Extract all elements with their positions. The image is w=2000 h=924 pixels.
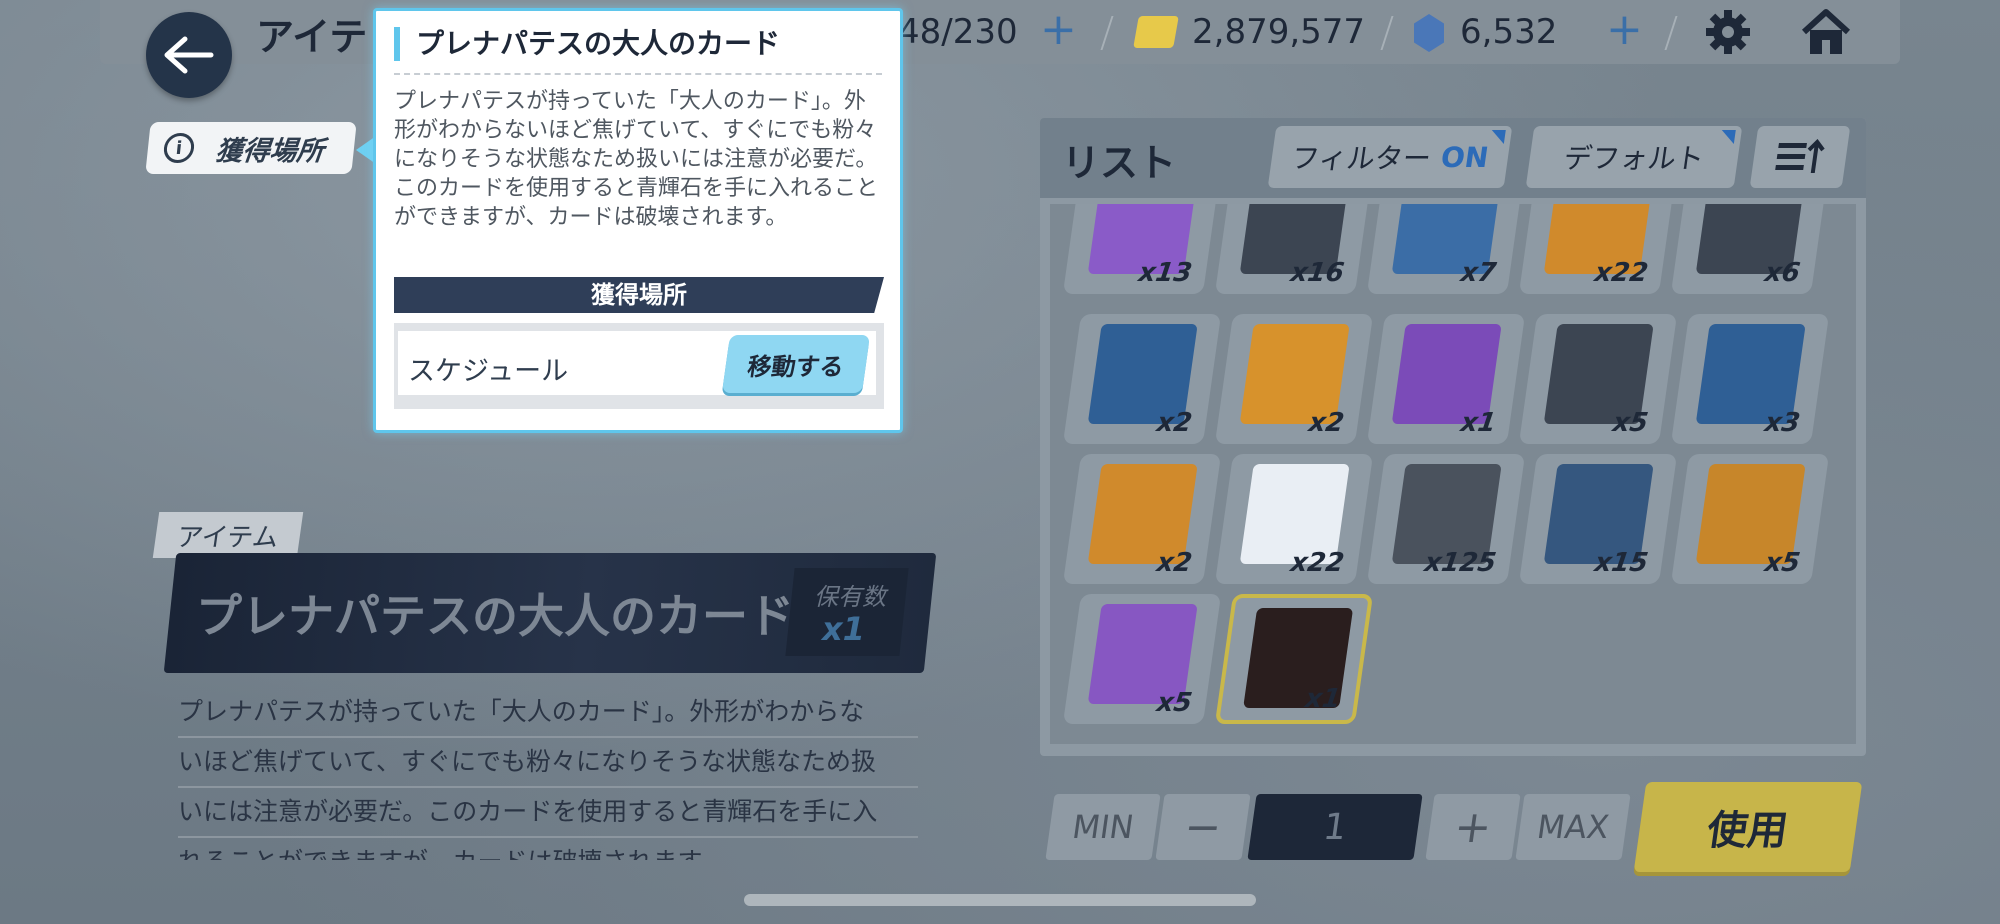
item-quantity: x5 — [1762, 548, 1802, 578]
item-quantity: x1 — [1303, 684, 1343, 714]
description-line: いには注意が必要だ。このカードを使用すると青輝石を手に入 — [178, 788, 918, 838]
item-quantity: x16 — [1288, 258, 1346, 288]
acquisition-popup: プレナパテスの大人のカード プレナパテスが持っていた「大人のカード」。外形がわか… — [373, 8, 903, 433]
item-quantity: x3 — [1762, 408, 1802, 438]
credit-counter: 2,879,577 — [1192, 12, 1366, 52]
item-quantity: x15 — [1592, 548, 1650, 578]
home-indicator[interactable] — [744, 894, 1256, 906]
min-button[interactable]: MIN — [1045, 794, 1161, 860]
item-tile[interactable]: x125 — [1366, 454, 1526, 584]
item-quantity: x125 — [1422, 548, 1498, 578]
credit-icon — [1133, 16, 1179, 48]
add-gem-icon[interactable]: + — [1606, 4, 1643, 55]
item-tile[interactable]: x7 — [1366, 204, 1526, 294]
move-button[interactable]: 移動する — [721, 335, 871, 393]
back-button[interactable] — [146, 12, 232, 98]
gear-icon[interactable] — [1704, 8, 1752, 56]
plus-button[interactable]: + — [1425, 794, 1521, 860]
item-quantity: x13 — [1136, 258, 1194, 288]
owned-count: x1 — [822, 610, 865, 648]
source-label: スケジュール — [408, 356, 569, 387]
acquisition-tab[interactable]: i 獲得場所 — [145, 122, 357, 174]
dropdown-corner-icon — [1719, 130, 1736, 144]
item-quantity: x2 — [1154, 548, 1194, 578]
item-quantity: x6 — [1762, 258, 1802, 288]
item-grid[interactable]: x13 x16 x7 x22 x6 x2 x2 x1 x5 x3 x2 x22 x125 x15 x5 x5 x… — [1050, 204, 1856, 744]
item-tile[interactable]: x2 — [1062, 454, 1222, 584]
filter-label: フィルター — [1289, 142, 1434, 175]
item-tile[interactable]: x1 — [1214, 594, 1374, 724]
item-tile[interactable]: x5 — [1062, 594, 1222, 724]
acquisition-tab-label: 獲得場所 — [214, 135, 326, 167]
item-tile[interactable]: x5 — [1670, 454, 1830, 584]
popup-description: プレナパテスが持っていた「大人のカード」。外形がわからないほど焦げていて、すぐに… — [394, 89, 879, 230]
item-tile[interactable]: x13 — [1062, 204, 1222, 294]
ap-counter: 48/230 — [898, 12, 1018, 52]
owned-label: 保有数 — [814, 583, 886, 611]
item-tile[interactable]: x3 — [1670, 314, 1830, 444]
max-button[interactable]: MAX — [1515, 794, 1631, 860]
item-quantity: x7 — [1458, 258, 1498, 288]
add-ap-icon[interactable]: + — [1040, 4, 1077, 55]
sort-ascending-icon — [1775, 139, 1825, 173]
page-title: アイテ — [256, 15, 368, 59]
item-category-tag: アイテム — [152, 512, 304, 558]
item-quantity: x1 — [1458, 408, 1498, 438]
item-tile[interactable]: x22 — [1518, 204, 1678, 294]
acquisition-source-row: スケジュール 移動する — [394, 323, 884, 409]
description-line: プレナパテスが持っていた「大人のカード」。外形がわからな — [178, 688, 918, 738]
item-quantity: x2 — [1306, 408, 1346, 438]
item-tile[interactable]: x16 — [1214, 204, 1374, 294]
item-tile[interactable]: x2 — [1062, 314, 1222, 444]
description-line: いほど焦げていて、すぐにでも粉々になりそうな状態なため扱 — [178, 738, 918, 788]
item-name: プレナパテスの大人のカード — [196, 589, 794, 643]
popup-title: プレナパテスの大人のカード — [394, 27, 780, 61]
quantity-input[interactable]: 1 — [1247, 794, 1423, 860]
item-tile[interactable]: x6 — [1670, 204, 1830, 294]
filter-button[interactable]: フィルター ON — [1267, 126, 1513, 188]
item-quantity: x22 — [1288, 548, 1346, 578]
acquisition-section-header: 獲得場所 — [394, 277, 884, 313]
item-description[interactable]: プレナパテスが持っていた「大人のカード」。外形がわからな いほど焦げていて、すぐ… — [178, 688, 918, 860]
sort-button[interactable]: デフォルト — [1525, 126, 1743, 188]
divider — [394, 73, 882, 75]
filter-state: ON — [1438, 140, 1491, 174]
dropdown-corner-icon — [1489, 130, 1506, 144]
use-button[interactable]: 使用 — [1633, 782, 1863, 872]
item-quantity: x22 — [1592, 258, 1650, 288]
sort-label: デフォルト — [1561, 142, 1707, 175]
sort-order-button[interactable] — [1749, 126, 1851, 188]
item-quantity: x2 — [1154, 408, 1194, 438]
arrow-left-icon — [164, 36, 214, 74]
item-tile[interactable]: x22 — [1214, 454, 1374, 584]
info-icon: i — [162, 133, 196, 163]
item-tile[interactable]: x1 — [1366, 314, 1526, 444]
item-tile[interactable]: x15 — [1518, 454, 1678, 584]
list-title: リスト — [1062, 141, 1177, 185]
description-line: れることができますが、カードは破壊されます。 — [178, 838, 918, 860]
gem-counter: 6,532 — [1460, 12, 1558, 52]
item-quantity: x5 — [1154, 688, 1194, 718]
item-tile[interactable]: x5 — [1518, 314, 1678, 444]
minus-button[interactable]: − — [1155, 794, 1251, 860]
item-tile[interactable]: x2 — [1214, 314, 1374, 444]
item-quantity: x5 — [1610, 408, 1650, 438]
home-icon[interactable] — [1800, 8, 1852, 58]
